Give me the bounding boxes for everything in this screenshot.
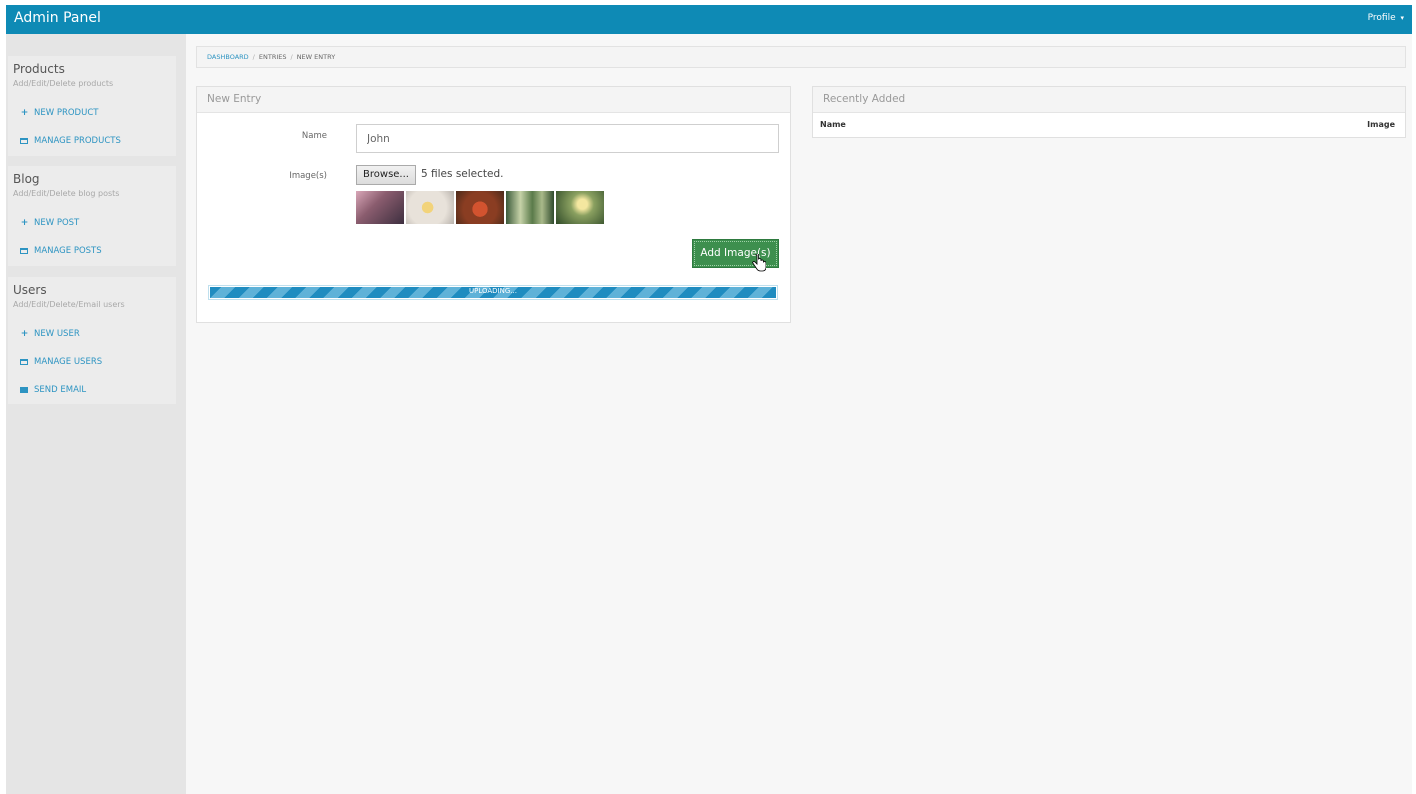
sidebar-item-label: MANAGE POSTS bbox=[34, 246, 102, 256]
new-entry-panel: New Entry Name Image(s) Browse... 5 file… bbox=[196, 86, 791, 323]
column-header-name: Name bbox=[820, 120, 846, 129]
sidebar-item-new-product[interactable]: + NEW PRODUCT bbox=[20, 108, 99, 118]
sidebar-item-manage-users[interactable]: MANAGE USERS bbox=[20, 357, 102, 367]
plus-icon: + bbox=[20, 218, 29, 228]
sidebar-item-label: MANAGE PRODUCTS bbox=[34, 136, 121, 146]
image-thumbnail-sunlight bbox=[556, 191, 604, 224]
caret-down-icon: ▾ bbox=[1400, 14, 1404, 22]
sidebar-item-label: NEW USER bbox=[34, 329, 80, 339]
profile-label: Profile bbox=[1367, 13, 1396, 23]
breadcrumb: DASHBOARD / ENTRIES / NEW ENTRY bbox=[196, 46, 1406, 68]
upload-progress: UPLOADING... bbox=[208, 285, 778, 300]
sidebar-item-label: NEW PRODUCT bbox=[34, 108, 99, 118]
section-title: Blog bbox=[13, 172, 40, 186]
sidebar-item-manage-posts[interactable]: MANAGE POSTS bbox=[20, 246, 102, 256]
breadcrumb-dashboard[interactable]: DASHBOARD bbox=[207, 53, 249, 61]
progress-label: UPLOADING... bbox=[469, 287, 517, 295]
top-navbar: Admin Panel Profile ▾ bbox=[6, 5, 1412, 34]
section-subtitle: Add/Edit/Delete blog posts bbox=[13, 189, 120, 198]
breadcrumb-current: NEW ENTRY bbox=[296, 53, 336, 61]
sidebar-section-users: Users Add/Edit/Delete/Email users + NEW U… bbox=[8, 277, 176, 404]
recently-added-panel: Recently Added Name Image bbox=[812, 86, 1406, 138]
sidebar-item-new-user[interactable]: + NEW USER bbox=[20, 329, 80, 339]
hand-cursor-icon bbox=[752, 254, 766, 272]
sidebar-item-manage-products[interactable]: MANAGE PRODUCTS bbox=[20, 136, 121, 146]
image-thumbnails bbox=[356, 191, 604, 225]
sidebar-item-label: MANAGE USERS bbox=[34, 357, 103, 367]
sidebar-item-new-post[interactable]: + NEW POST bbox=[20, 218, 80, 228]
sidebar-section-products: Products Add/Edit/Delete products + NEW P… bbox=[8, 56, 176, 156]
sidebar-item-label: NEW POST bbox=[34, 218, 80, 228]
name-input[interactable] bbox=[356, 124, 779, 153]
image-thumbnail-breakfast bbox=[406, 191, 454, 224]
brand-title[interactable]: Admin Panel bbox=[14, 10, 101, 26]
images-label: Image(s) bbox=[289, 171, 327, 181]
column-header-image: Image bbox=[1367, 120, 1395, 129]
app-frame: Admin Panel Profile ▾ Products Add/Edit/… bbox=[6, 5, 1412, 794]
sidebar-item-label: SEND EMAIL bbox=[34, 385, 87, 395]
breadcrumb-entries[interactable]: ENTRIES bbox=[259, 53, 287, 61]
name-label: Name bbox=[301, 131, 327, 141]
section-subtitle: Add/Edit/Delete products bbox=[13, 79, 114, 88]
section-title: Users bbox=[13, 283, 47, 297]
table-icon bbox=[20, 137, 28, 144]
image-thumbnail-food bbox=[456, 191, 504, 224]
plus-icon: + bbox=[20, 108, 29, 118]
section-title: Products bbox=[13, 62, 65, 76]
breadcrumb-separator: / bbox=[252, 53, 255, 61]
table-icon bbox=[20, 358, 28, 365]
table-icon bbox=[20, 247, 28, 254]
browse-button[interactable]: Browse... bbox=[356, 165, 416, 185]
section-subtitle: Add/Edit/Delete/Email users bbox=[13, 300, 125, 309]
image-thumbnail-concert bbox=[356, 191, 404, 224]
plus-icon: + bbox=[20, 329, 29, 339]
breadcrumb-separator: / bbox=[290, 53, 293, 61]
files-selected-text: 5 files selected. bbox=[421, 168, 504, 180]
envelope-icon bbox=[20, 386, 28, 393]
sidebar-item-send-email[interactable]: SEND EMAIL bbox=[20, 385, 86, 395]
profile-menu[interactable]: Profile ▾ bbox=[1368, 13, 1404, 23]
panel-title: New Entry bbox=[197, 87, 790, 113]
panel-title: Recently Added bbox=[813, 87, 1405, 113]
sidebar: Products Add/Edit/Delete products + NEW P… bbox=[6, 34, 186, 794]
image-thumbnail-forest bbox=[506, 191, 554, 224]
sidebar-section-blog: Blog Add/Edit/Delete blog posts + NEW POS… bbox=[8, 166, 176, 266]
